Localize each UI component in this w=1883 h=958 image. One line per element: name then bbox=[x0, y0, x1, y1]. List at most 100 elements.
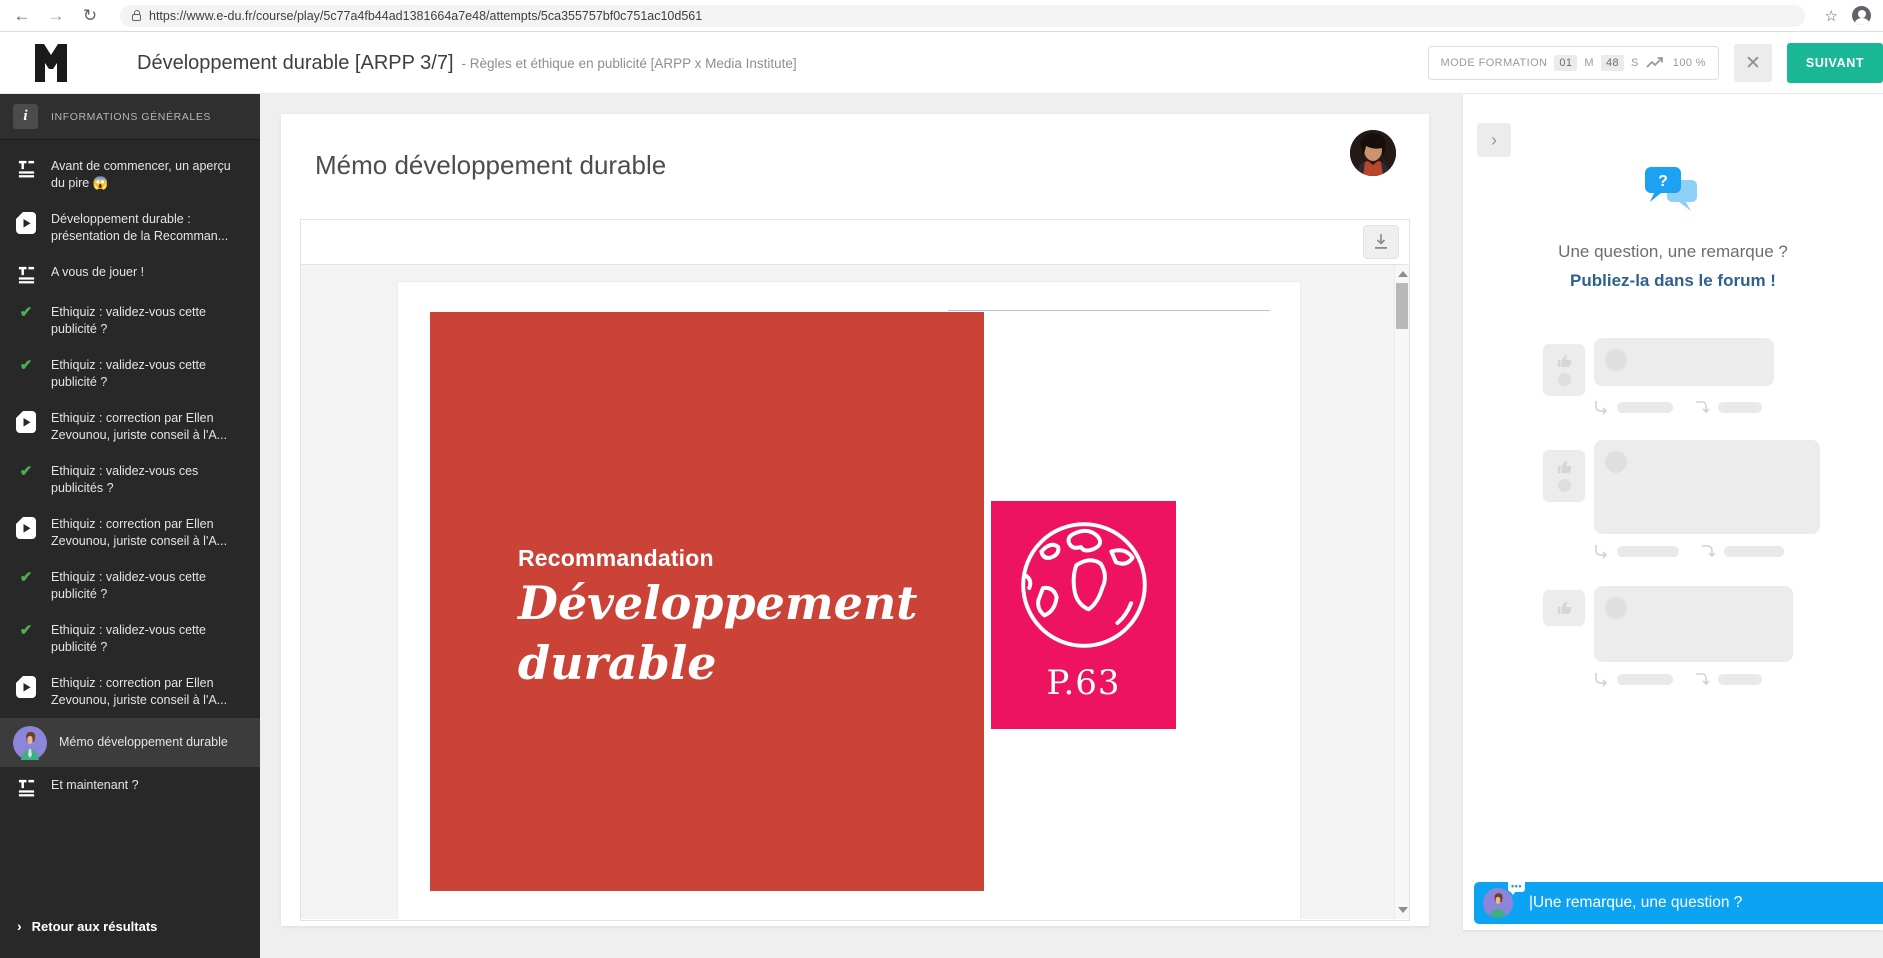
vote-count-skeleton bbox=[1558, 479, 1571, 492]
video-icon bbox=[13, 411, 39, 433]
browser-toolbar: ← → ↻ https://www.e-du.fr/course/play/5c… bbox=[0, 0, 1883, 32]
reply-arrow-icon bbox=[1594, 672, 1609, 687]
composer-avatar: ••• bbox=[1483, 888, 1513, 918]
poster-avatar-skeleton bbox=[1605, 597, 1627, 619]
collapse-panel-button[interactable]: › bbox=[1477, 123, 1511, 157]
pdf-scrollbar[interactable] bbox=[1394, 265, 1409, 919]
sidebar-item-video[interactable]: Ethiquiz : correction par Ellen Zevounou… bbox=[0, 665, 260, 718]
sidebar-item-quiz-done[interactable]: ✔ Ethiquiz : validez-vous ces publicités… bbox=[0, 453, 260, 506]
lesson-title: Mémo développement durable bbox=[315, 150, 666, 181]
scrollbar-thumb[interactable] bbox=[1396, 283, 1408, 329]
sidebar-item-quiz-done[interactable]: ✔ Ethiquiz : validez-vous cette publicit… bbox=[0, 612, 260, 665]
back-icon[interactable]: ← bbox=[12, 6, 32, 26]
reply-arrow-down-icon bbox=[1701, 544, 1716, 559]
sidebar-item-video[interactable]: Ethiquiz : correction par Ellen Zevounou… bbox=[0, 400, 260, 453]
reply-arrow-down-icon bbox=[1695, 672, 1710, 687]
sidebar-item-quiz-done[interactable]: ✔ Ethiquiz : validez-vous cette publicit… bbox=[0, 347, 260, 400]
pdf-page: Recommandation Développement durable bbox=[397, 281, 1301, 919]
next-button[interactable]: SUIVANT bbox=[1787, 43, 1883, 83]
course-subtitle: - Règles et éthique en publicité [ARPP x… bbox=[462, 56, 797, 71]
pdf-viewport[interactable]: Recommandation Développement durable bbox=[301, 265, 1409, 919]
sidebar-item-lesson[interactable]: A vous de jouer ! bbox=[0, 254, 260, 294]
video-icon bbox=[13, 212, 39, 234]
vote-count-skeleton bbox=[1558, 373, 1571, 386]
globe-icon bbox=[1008, 509, 1160, 661]
browser-profile-icon[interactable] bbox=[1852, 6, 1871, 25]
forum-panel: › ? Une question, une remarque ? Publiez… bbox=[1463, 94, 1883, 930]
sidebar-item-quiz-done[interactable]: ✔ Ethiquiz : validez-vous cette publicit… bbox=[0, 294, 260, 347]
timer-seconds-unit: S bbox=[1631, 57, 1639, 69]
sidebar-item-lesson[interactable]: Avant de commencer, un aperçu du pire 😱 bbox=[0, 148, 260, 201]
section-title: INFORMATIONS GÉNÉRALES bbox=[51, 111, 211, 123]
thumbs-up-icon bbox=[1557, 460, 1572, 474]
video-icon bbox=[13, 517, 39, 539]
bookmark-star-icon[interactable]: ☆ bbox=[1825, 7, 1838, 25]
scroll-up-icon[interactable] bbox=[1398, 271, 1408, 277]
download-icon bbox=[1374, 234, 1388, 250]
post-replies-skeleton bbox=[1594, 544, 1784, 559]
user-avatar[interactable] bbox=[1350, 130, 1396, 176]
forward-icon[interactable]: → bbox=[46, 6, 66, 26]
sidebar-item-lesson[interactable]: Et maintenant ? bbox=[0, 767, 260, 807]
progress-chart-icon bbox=[1646, 57, 1666, 69]
reply-arrow-icon bbox=[1594, 400, 1609, 415]
slide-kicker: Recommandation bbox=[518, 545, 714, 572]
url-text: https://www.e-du.fr/course/play/5c77a4fb… bbox=[149, 9, 702, 23]
post-bubble-skeleton bbox=[1594, 586, 1793, 662]
sidebar-item-video[interactable]: Développement durable : présentation de … bbox=[0, 201, 260, 254]
close-button[interactable]: ✕ bbox=[1734, 44, 1772, 82]
text-lesson-icon bbox=[13, 159, 39, 178]
forum-composer-input[interactable]: ••• |Une remarque, une question ? bbox=[1474, 882, 1883, 924]
vote-box-skeleton bbox=[1543, 590, 1585, 626]
svg-text:?: ? bbox=[1658, 173, 1668, 190]
sidebar-item-video[interactable]: Ethiquiz : correction par Ellen Zevounou… bbox=[0, 506, 260, 559]
slide-title: Développement durable bbox=[518, 574, 918, 694]
reload-icon[interactable]: ↻ bbox=[80, 6, 100, 26]
forum-bubbles-icon: ? bbox=[1463, 166, 1883, 214]
post-bubble-skeleton bbox=[1594, 338, 1774, 386]
vote-box-skeleton bbox=[1543, 450, 1585, 502]
check-icon: ✔ bbox=[13, 623, 39, 638]
download-button[interactable] bbox=[1363, 225, 1399, 259]
sidebar-item-memo-active[interactable]: Mémo développement durable bbox=[0, 718, 260, 767]
media-institute-logo bbox=[33, 42, 69, 89]
message-bubble-icon: ••• bbox=[1508, 879, 1525, 892]
vote-box-skeleton bbox=[1543, 344, 1585, 396]
forum-publish-link[interactable]: Publiez-la dans le forum ! bbox=[1463, 271, 1883, 291]
post-replies-skeleton bbox=[1594, 400, 1762, 415]
check-icon: ✔ bbox=[13, 358, 39, 373]
check-icon: ✔ bbox=[13, 464, 39, 479]
scroll-down-icon[interactable] bbox=[1398, 907, 1408, 913]
app-header: Développement durable [ARPP 3/7] - Règle… bbox=[0, 32, 1883, 94]
mode-label: MODE FORMATION bbox=[1441, 57, 1548, 69]
timer-minutes-unit: M bbox=[1584, 57, 1594, 69]
course-title: Développement durable [ARPP 3/7] bbox=[137, 52, 454, 75]
slide-red-panel: Recommandation Développement durable bbox=[430, 312, 984, 891]
thumbs-up-icon bbox=[1557, 354, 1572, 368]
poster-avatar-skeleton bbox=[1605, 451, 1627, 473]
lock-icon bbox=[132, 14, 141, 21]
text-lesson-icon bbox=[13, 778, 39, 797]
reply-arrow-icon bbox=[1594, 544, 1609, 559]
sidebar-section-header: i INFORMATIONS GÉNÉRALES bbox=[0, 94, 260, 140]
back-to-results-link[interactable]: › Retour aux résultats bbox=[0, 918, 260, 934]
pdf-viewer: Recommandation Développement durable bbox=[300, 219, 1410, 921]
lesson-content-card: Mémo développement durable Recommandatio… bbox=[281, 114, 1429, 926]
thumbs-up-icon bbox=[1557, 601, 1572, 615]
forum-prompt: Une question, une remarque ? bbox=[1463, 242, 1883, 262]
pdf-toolbar bbox=[301, 220, 1409, 265]
timer-seconds: 48 bbox=[1601, 55, 1624, 71]
chevron-right-icon: › bbox=[17, 918, 22, 934]
sidebar-item-quiz-done[interactable]: ✔ Ethiquiz : validez-vous cette publicit… bbox=[0, 559, 260, 612]
post-replies-skeleton bbox=[1594, 672, 1762, 687]
check-icon: ✔ bbox=[13, 570, 39, 585]
url-bar[interactable]: https://www.e-du.fr/course/play/5c77a4fb… bbox=[120, 5, 1805, 27]
course-outline-sidebar: i INFORMATIONS GÉNÉRALES Avant de commen… bbox=[0, 94, 260, 958]
reply-arrow-down-icon bbox=[1695, 400, 1710, 415]
text-lesson-icon bbox=[13, 265, 39, 284]
progress-value: 100 % bbox=[1673, 57, 1706, 69]
mode-formation-timer: MODE FORMATION 01 M 48 S 100 % bbox=[1428, 46, 1719, 80]
slide-page-ref-panel: P.63 bbox=[991, 501, 1176, 729]
page-rule-line bbox=[948, 310, 1270, 311]
timer-minutes: 01 bbox=[1554, 55, 1577, 71]
